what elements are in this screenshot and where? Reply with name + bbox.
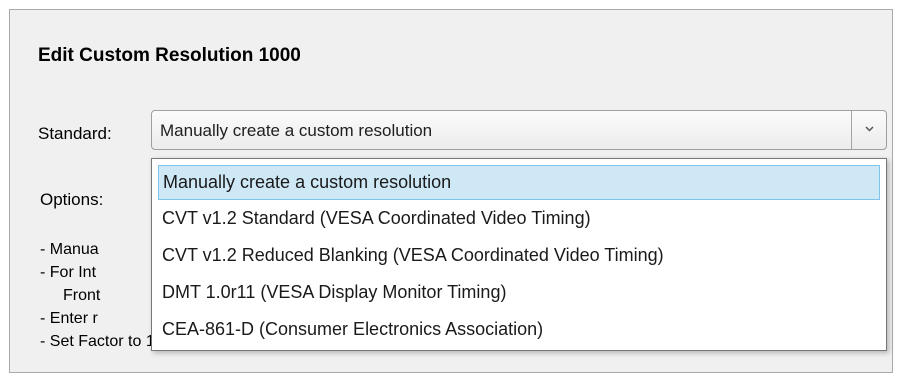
options-label: Options:	[40, 190, 104, 209]
dropdown-option-dmt[interactable]: DMT 1.0r11 (VESA Display Monitor Timing)	[158, 276, 880, 311]
standard-dropdown-list[interactable]: Manually create a custom resolution CVT …	[151, 158, 887, 351]
chevron-down-icon[interactable]	[863, 122, 876, 135]
dropdown-option-cvt-standard[interactable]: CVT v1.2 Standard (VESA Coordinated Vide…	[158, 202, 880, 237]
standard-selected-value: Manually create a custom resolution	[160, 121, 433, 140]
standard-label: Standard:	[38, 124, 112, 143]
select-divider	[851, 111, 852, 149]
dropdown-option-cvt-reduced-blanking[interactable]: CVT v1.2 Reduced Blanking (VESA Coordina…	[158, 239, 880, 274]
dropdown-option-manual[interactable]: Manually create a custom resolution	[158, 165, 880, 200]
dialog-title: Edit Custom Resolution 1000	[38, 45, 301, 66]
edit-custom-resolution-panel: Edit Custom Resolution 1000 Standard: Ma…	[9, 9, 893, 373]
standard-select[interactable]: Manually create a custom resolution	[151, 110, 887, 150]
dropdown-option-cea[interactable]: CEA-861-D (Consumer Electronics Associat…	[158, 313, 880, 348]
